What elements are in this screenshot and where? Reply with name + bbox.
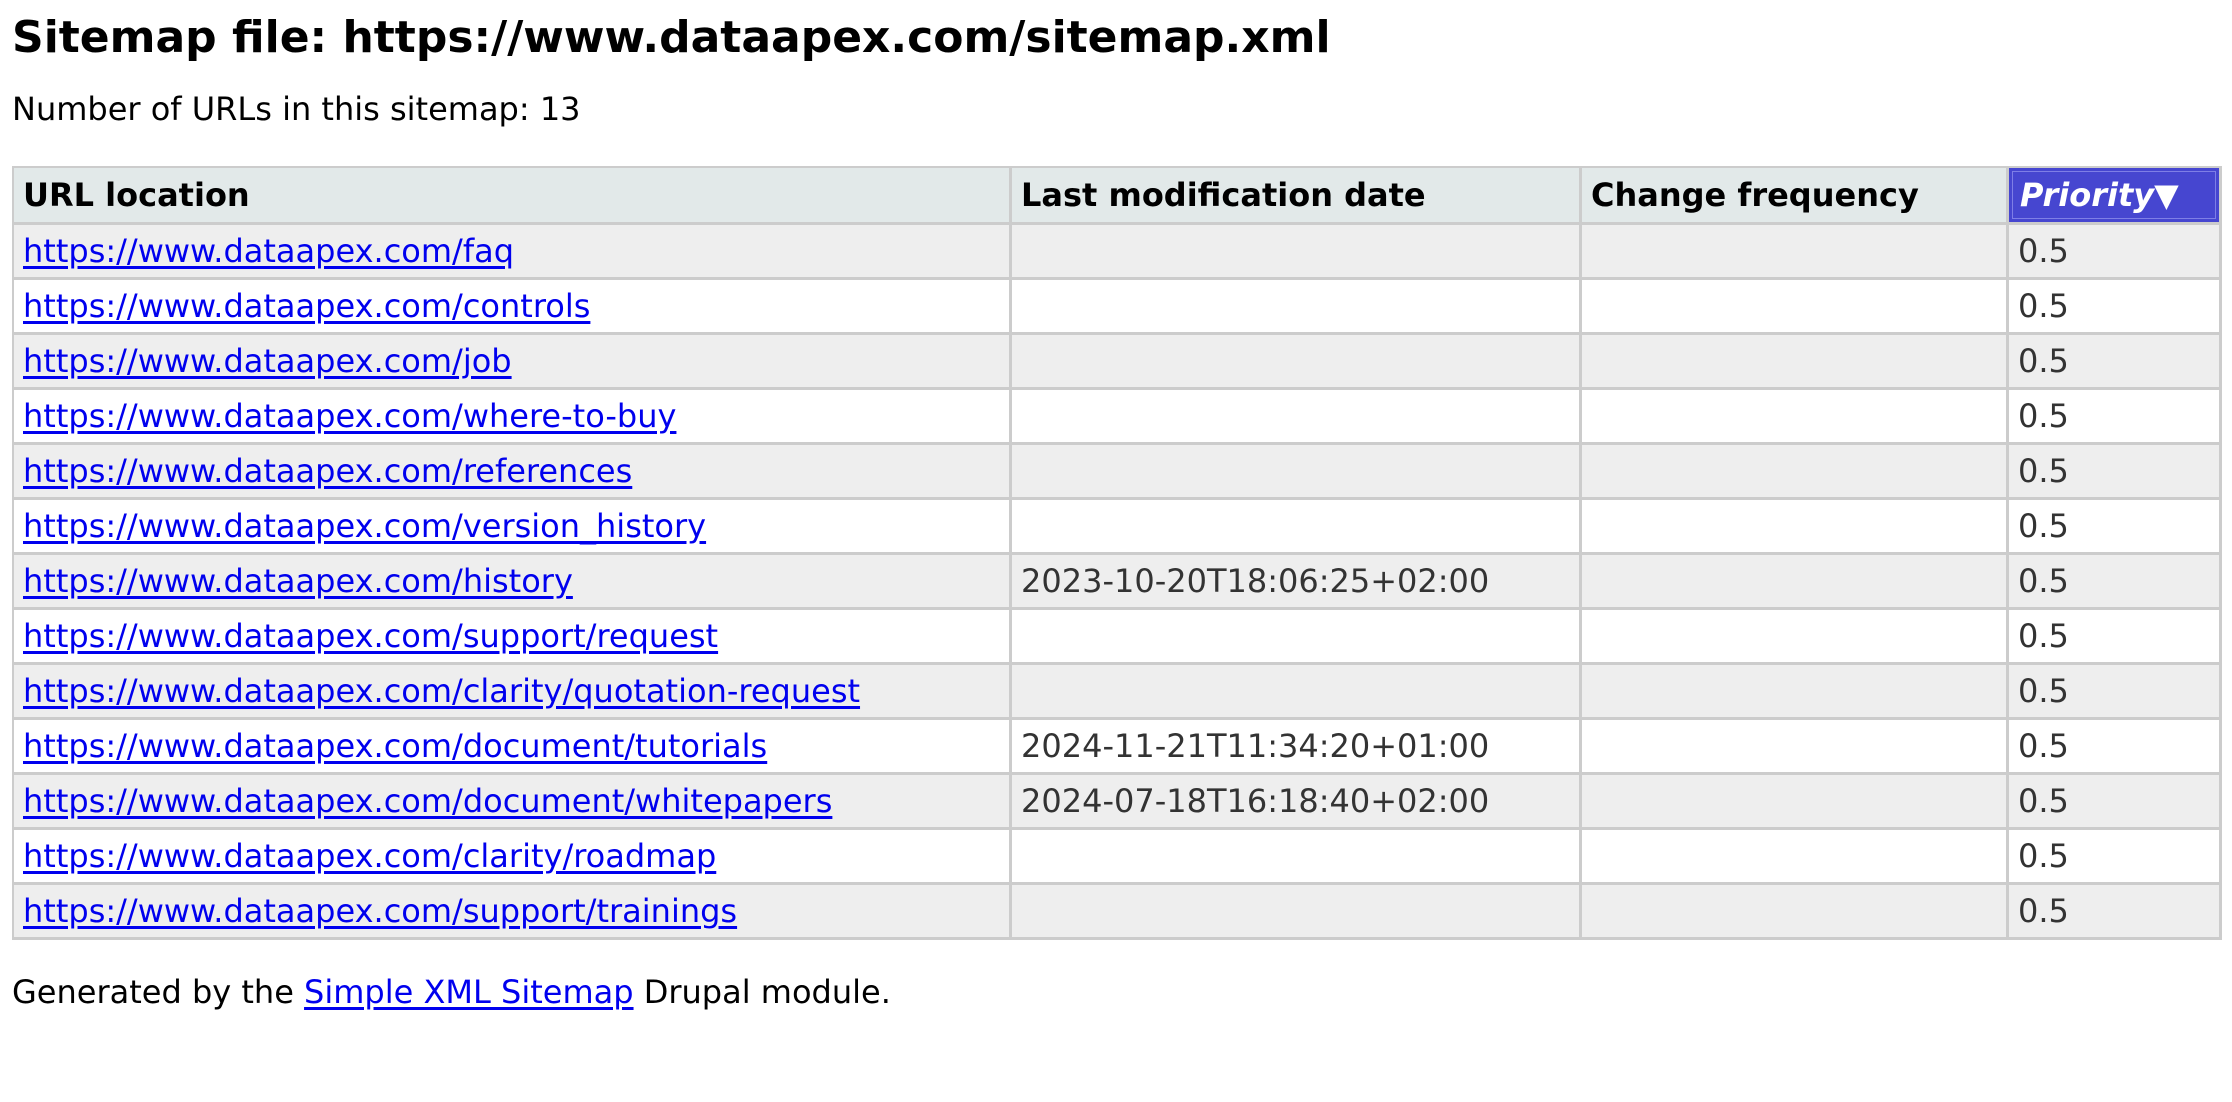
last-modification-cell: 2024-07-18T16:18:40+02:00 — [1012, 775, 1582, 830]
table-row: https://www.dataapex.com/controls 0.5 — [14, 280, 2222, 335]
change-frequency-cell — [1582, 830, 2009, 885]
priority-cell: 0.5 — [2009, 445, 2222, 500]
url-location-cell: https://www.dataapex.com/support/request — [14, 610, 1012, 665]
last-modification-cell — [1012, 225, 1582, 280]
priority-cell: 0.5 — [2009, 610, 2222, 665]
url-link[interactable]: https://www.dataapex.com/document/whitep… — [23, 782, 832, 820]
url-link[interactable]: https://www.dataapex.com/history — [23, 562, 573, 600]
url-location-cell: https://www.dataapex.com/clarity/roadmap — [14, 830, 1012, 885]
url-link[interactable]: https://www.dataapex.com/support/request — [23, 617, 718, 655]
table-header: URL location Last modification date Chan… — [14, 168, 2222, 225]
url-location-cell: https://www.dataapex.com/job — [14, 335, 1012, 390]
table-row: https://www.dataapex.com/version_history… — [14, 500, 2222, 555]
priority-cell: 0.5 — [2009, 555, 2222, 610]
url-link[interactable]: https://www.dataapex.com/document/tutori… — [23, 727, 767, 765]
url-location-cell: https://www.dataapex.com/faq — [14, 225, 1012, 280]
last-modification-cell — [1012, 885, 1582, 940]
header-row: URL location Last modification date Chan… — [14, 168, 2222, 225]
change-frequency-cell — [1582, 390, 2009, 445]
last-modification-cell: 2023-10-20T18:06:25+02:00 — [1012, 555, 1582, 610]
footer-prefix: Generated by the — [12, 973, 305, 1011]
table-row: https://www.dataapex.com/clarity/quotati… — [14, 665, 2222, 720]
table-body: https://www.dataapex.com/faq 0.5 https://w… — [14, 225, 2222, 940]
url-location-cell: https://www.dataapex.com/document/whitep… — [14, 775, 1012, 830]
column-header-priority-sorted[interactable]: Priority▼ — [2009, 168, 2222, 225]
table-row: https://www.dataapex.com/faq 0.5 — [14, 225, 2222, 280]
change-frequency-cell — [1582, 665, 2009, 720]
url-link[interactable]: https://www.dataapex.com/job — [23, 342, 512, 380]
change-frequency-cell — [1582, 445, 2009, 500]
last-modification-cell — [1012, 445, 1582, 500]
change-frequency-cell — [1582, 280, 2009, 335]
last-modification-cell — [1012, 610, 1582, 665]
change-frequency-cell — [1582, 610, 2009, 665]
last-modification-cell — [1012, 390, 1582, 445]
url-location-cell: https://www.dataapex.com/support/trainin… — [14, 885, 1012, 940]
change-frequency-cell — [1582, 335, 2009, 390]
table-row: https://www.dataapex.com/support/trainin… — [14, 885, 2222, 940]
table-row: https://www.dataapex.com/clarity/roadmap… — [14, 830, 2222, 885]
sitemap-table: URL location Last modification date Chan… — [12, 166, 2222, 940]
url-location-cell: https://www.dataapex.com/where-to-buy — [14, 390, 1012, 445]
priority-cell: 0.5 — [2009, 830, 2222, 885]
last-modification-cell — [1012, 665, 1582, 720]
change-frequency-cell — [1582, 225, 2009, 280]
last-modification-cell — [1012, 280, 1582, 335]
url-link[interactable]: https://www.dataapex.com/version_history — [23, 507, 706, 545]
sitemap-page: Sitemap file: https://www.dataapex.com/s… — [12, 0, 2222, 1011]
page-title: Sitemap file: https://www.dataapex.com/s… — [12, 12, 1331, 63]
priority-cell: 0.5 — [2009, 775, 2222, 830]
priority-cell: 0.5 — [2009, 335, 2222, 390]
last-modification-cell — [1012, 830, 1582, 885]
priority-cell: 0.5 — [2009, 500, 2222, 555]
table-row: https://www.dataapex.com/document/tutori… — [14, 720, 2222, 775]
table-row: https://www.dataapex.com/document/whitep… — [14, 775, 2222, 830]
url-link[interactable]: https://www.dataapex.com/references — [23, 452, 632, 490]
column-header-url-location[interactable]: URL location — [14, 168, 1012, 225]
url-location-cell: https://www.dataapex.com/version_history — [14, 500, 1012, 555]
priority-cell: 0.5 — [2009, 885, 2222, 940]
table-row: https://www.dataapex.com/references 0.5 — [14, 445, 2222, 500]
column-header-change-frequency[interactable]: Change frequency — [1582, 168, 2009, 225]
simple-xml-sitemap-link[interactable]: Simple XML Sitemap — [304, 973, 634, 1011]
change-frequency-cell — [1582, 720, 2009, 775]
footer-note: Generated by the Simple XML Sitemap Drup… — [12, 972, 891, 1012]
url-link[interactable]: https://www.dataapex.com/support/trainin… — [23, 892, 737, 930]
column-header-last-modification[interactable]: Last modification date — [1012, 168, 1582, 225]
change-frequency-cell — [1582, 555, 2009, 610]
table-row: https://www.dataapex.com/where-to-buy 0.5 — [14, 390, 2222, 445]
url-location-cell: https://www.dataapex.com/history — [14, 555, 1012, 610]
table-row: https://www.dataapex.com/job 0.5 — [14, 335, 2222, 390]
url-count: Number of URLs in this sitemap: 13 — [12, 90, 581, 128]
priority-cell: 0.5 — [2009, 280, 2222, 335]
url-location-cell: https://www.dataapex.com/references — [14, 445, 1012, 500]
priority-cell: 0.5 — [2009, 225, 2222, 280]
url-location-cell: https://www.dataapex.com/clarity/quotati… — [14, 665, 1012, 720]
last-modification-cell: 2024-11-21T11:34:20+01:00 — [1012, 720, 1582, 775]
priority-cell: 0.5 — [2009, 665, 2222, 720]
table-row: https://www.dataapex.com/history 2023-10-… — [14, 555, 2222, 610]
url-location-cell: https://www.dataapex.com/controls — [14, 280, 1012, 335]
priority-cell: 0.5 — [2009, 720, 2222, 775]
url-link[interactable]: https://www.dataapex.com/clarity/quotati… — [23, 672, 860, 710]
last-modification-cell — [1012, 500, 1582, 555]
url-location-cell: https://www.dataapex.com/document/tutori… — [14, 720, 1012, 775]
table-row: https://www.dataapex.com/support/request… — [14, 610, 2222, 665]
url-link[interactable]: https://www.dataapex.com/clarity/roadmap — [23, 837, 716, 875]
priority-cell: 0.5 — [2009, 390, 2222, 445]
last-modification-cell — [1012, 335, 1582, 390]
change-frequency-cell — [1582, 885, 2009, 940]
priority-sort-label[interactable]: Priority▼ — [2012, 171, 2216, 219]
url-link[interactable]: https://www.dataapex.com/controls — [23, 287, 590, 325]
change-frequency-cell — [1582, 500, 2009, 555]
url-link[interactable]: https://www.dataapex.com/faq — [23, 232, 514, 270]
change-frequency-cell — [1582, 775, 2009, 830]
url-link[interactable]: https://www.dataapex.com/where-to-buy — [23, 397, 676, 435]
footer-suffix: Drupal module. — [633, 973, 891, 1011]
